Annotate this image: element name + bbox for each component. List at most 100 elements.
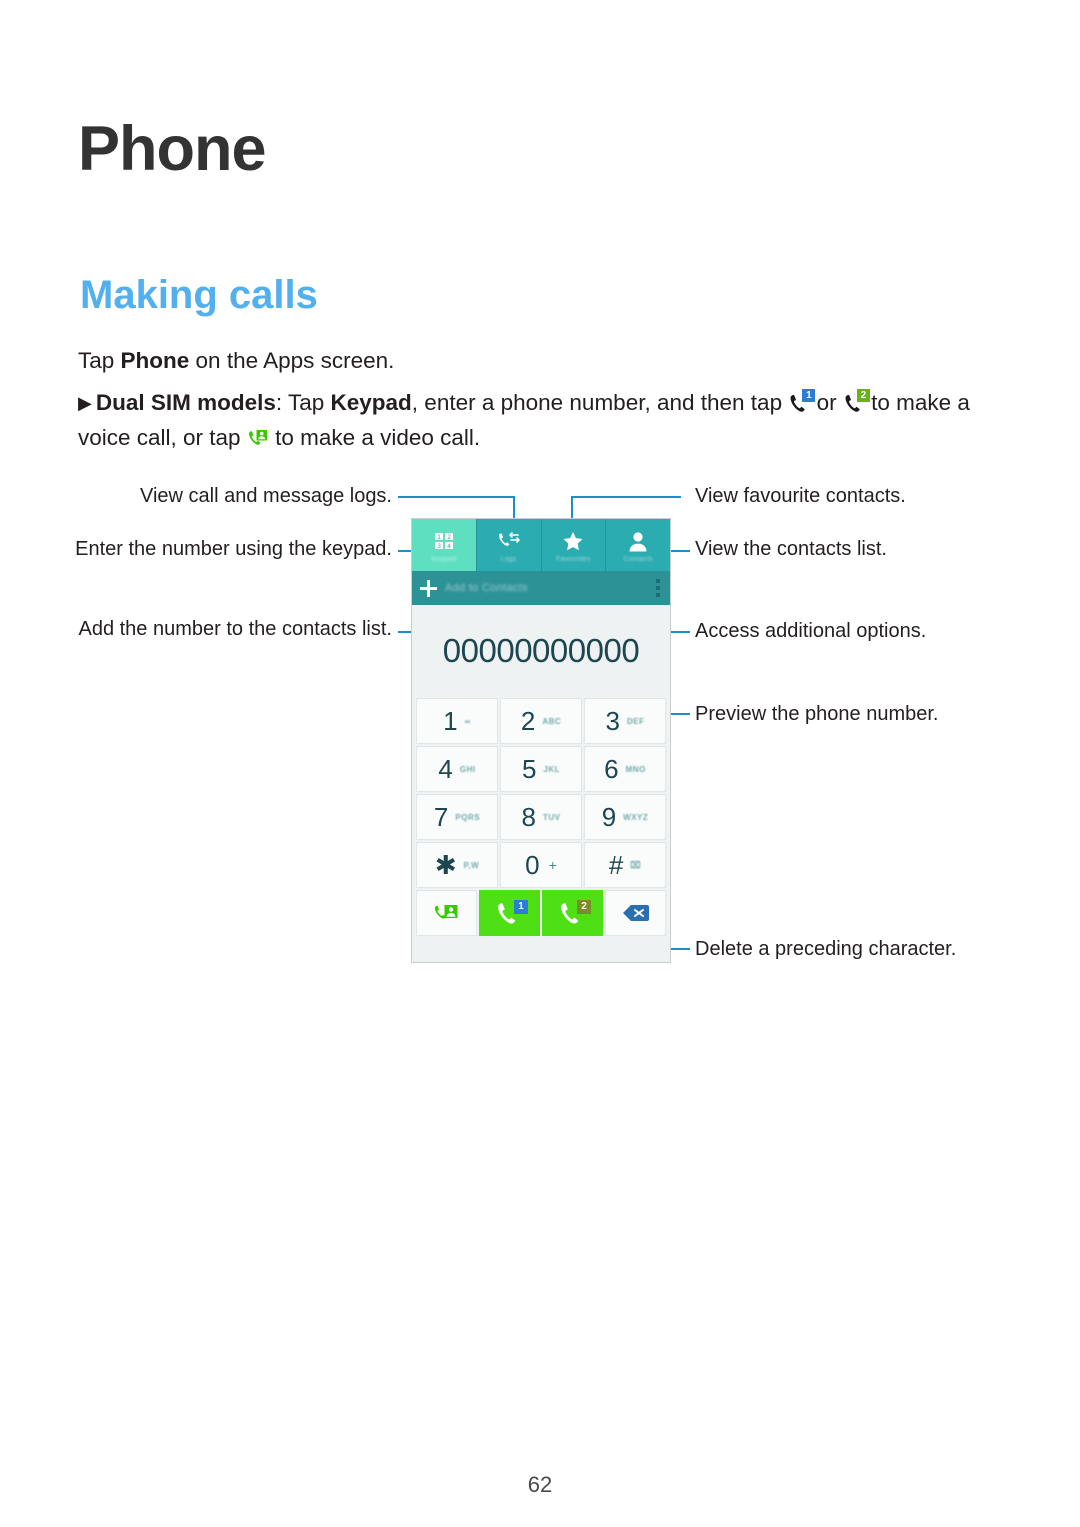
overflow-menu-icon[interactable] [656,579,660,597]
svg-text:2: 2 [447,534,451,541]
leader-line-delete-h [668,948,690,950]
annotation-view-logs: View call and message logs. [140,485,392,507]
key-5[interactable]: 5 JKL [500,746,582,792]
tab-logs-label: Logs [500,556,517,563]
key-8-digit: 8 [521,801,536,832]
body-copy: Tap Phone on the Apps screen. ▶ Dual SIM … [78,344,983,463]
tab-contacts[interactable]: Contacts [606,519,670,571]
phone-tab-bar: 1 2 3 4 Keypad Logs Favourites Contacts [412,519,670,571]
keypad-icon: 1 2 3 4 [433,529,455,553]
key-2-letters: ABC [542,716,562,726]
voicemail-icon: ∞ [464,716,471,726]
keypad-row: 1 ∞ 2 ABC 3 DEF [415,697,667,745]
leader-line-favourites-h [571,496,681,498]
add-to-contacts-label: Add to Contacts [445,582,528,594]
keypad-row: 4 GHI 5 JKL 6 MNO [415,745,667,793]
key-0[interactable]: 0 + [500,842,582,888]
annotation-view-contacts: View the contacts list. [695,538,887,560]
leader-line-logs-h [398,496,515,498]
plus-icon [420,579,437,597]
svg-text:3: 3 [437,543,441,550]
phone-number-display[interactable]: 00000000000 [412,605,670,697]
key-7-digit: 7 [433,801,449,832]
call-sim1-button[interactable]: 1 [479,890,540,936]
dual-sim-paragraph: ▶ Dual SIM models: Tap Keypad, enter a ph… [78,386,983,455]
key-6-letters: MNO [625,764,646,774]
key-hash-digit: # [608,849,624,880]
dial-keypad: 1 ∞ 2 ABC 3 DEF 4 GHI 5 JKL 6 MNO 7 PQRS… [412,697,670,940]
tab-keypad[interactable]: 1 2 3 4 Keypad [412,519,477,571]
key-asterisk-digit: ✱ [434,849,457,880]
intro-paragraph: Tap Phone on the Apps screen. [78,344,983,378]
key-5-letters: JKL [543,764,561,774]
page-title: Phone [78,114,267,184]
annotation-enter-number: Enter the number using the keypad. [75,538,392,560]
call-log-icon [497,529,521,553]
dual-sim-text-2: , enter a phone number, and then tap [411,390,789,415]
key-9[interactable]: 9 WXYZ [584,794,666,840]
add-to-contacts-bar[interactable]: Add to Contacts [412,571,670,605]
key-8[interactable]: 8 TUV [500,794,582,840]
tab-keypad-label: Keypad [431,556,457,563]
sim1-call-badge: 1 [514,900,528,914]
annotation-view-favourites: View favourite contacts. [695,485,906,507]
sim2-call-badge: 2 [577,900,591,914]
page-number: 62 [527,1472,553,1497]
sim1-badge: 1 [802,389,816,402]
backspace-icon [622,905,649,921]
svg-text:1: 1 [437,534,441,541]
phone-screenshot-figure: View call and message logs. Enter the nu… [0,470,1080,1010]
key-4-digit: 4 [438,753,453,784]
key-0-digit: 0 [525,849,540,880]
key-asterisk-letters: P,W [463,860,480,870]
dual-sim-text-5: to make a video call. [268,425,481,450]
keypad-action-row: 1 2 [415,889,667,937]
tab-favourites[interactable]: Favourites [541,519,607,571]
tab-favourites-label: Favourites [556,556,591,563]
key-asterisk[interactable]: ✱ P,W [416,842,498,888]
key-9-digit: 9 [601,801,617,832]
key-2[interactable]: 2 ABC [500,698,582,744]
call-sim2-inline-icon: 2 [843,389,870,414]
key-2-digit: 2 [520,705,536,736]
phone-app-screenshot: 1 2 3 4 Keypad Logs Favourites Contacts … [411,518,671,963]
key-5-digit: 5 [521,753,537,784]
intro-text-bold: Phone [120,348,190,373]
dual-sim-text-1: : Tap [275,390,331,415]
key-7[interactable]: 7 PQRS [416,794,498,840]
key-4[interactable]: 4 GHI [416,746,498,792]
person-icon [628,529,648,553]
key-1-digit: 1 [443,705,458,736]
key-6-digit: 6 [604,753,619,784]
intro-text-post: on the Apps screen. [189,348,395,373]
key-1[interactable]: 1 ∞ [416,698,498,744]
section-title: Making calls [80,273,318,317]
sim2-badge: 2 [856,389,870,402]
video-call-inline-icon [247,427,269,449]
key-0-plus: + [548,857,557,873]
video-call-button[interactable] [416,890,477,936]
key-7-letters: PQRS [455,812,481,822]
intro-text-pre: Tap [78,348,121,373]
key-6[interactable]: 6 MNO [584,746,666,792]
key-3[interactable]: 3 DEF [584,698,666,744]
key-8-letters: TUV [542,812,561,822]
key-hash[interactable]: # ⌧ [584,842,666,888]
tab-contacts-label: Contacts [623,556,653,563]
keypad-bold: Keypad [330,390,412,415]
annotation-access-options: Access additional options. [695,620,927,642]
svg-text:4: 4 [447,543,451,550]
key-4-letters: GHI [459,764,476,774]
star-icon [562,529,584,553]
backspace-button[interactable] [605,890,666,936]
tab-logs[interactable]: Logs [476,519,542,571]
annotation-delete-character: Delete a preceding character. [695,938,957,960]
dual-sim-bold: Dual SIM models [95,390,276,415]
key-9-letters: WXYZ [623,812,649,822]
call-sim2-button[interactable]: 2 [542,890,603,936]
call-sim1-inline-icon: 1 [788,389,816,414]
video-call-icon [434,905,457,919]
annotation-preview-number: Preview the phone number. [695,703,939,725]
key-hash-symbol: ⌧ [630,859,642,870]
key-3-digit: 3 [605,705,620,736]
